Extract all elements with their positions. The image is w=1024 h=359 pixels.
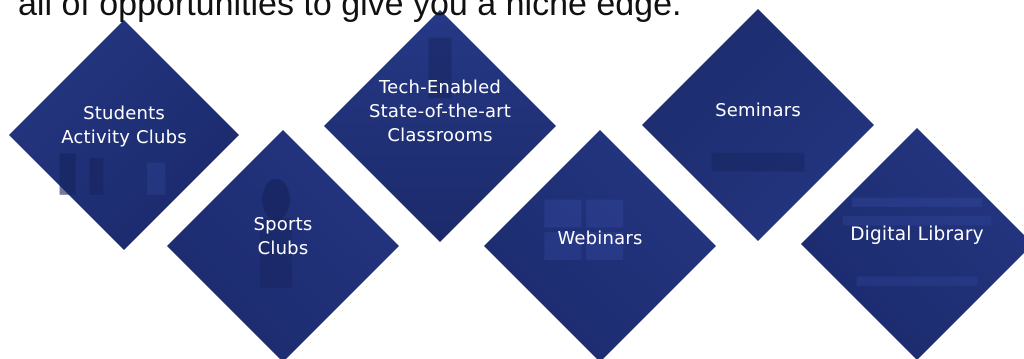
tile-digital-library[interactable]: Digital Library	[801, 128, 1024, 359]
section-intro-text: all of opportunities to give you a niche…	[18, 0, 682, 23]
diamond-shape	[801, 128, 1024, 359]
facilities-section: all of opportunities to give you a niche…	[0, 0, 1024, 359]
